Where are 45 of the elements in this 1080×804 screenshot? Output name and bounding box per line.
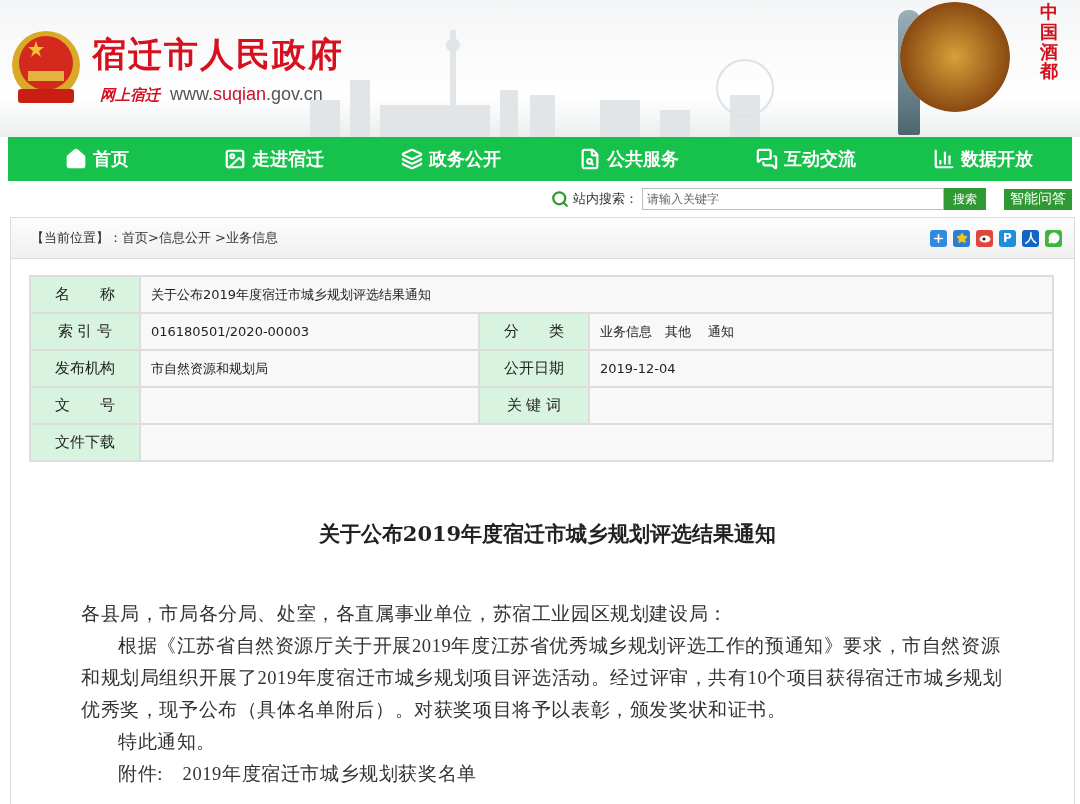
nav-link[interactable]: 走进宿迁 bbox=[185, 147, 363, 171]
calligraphy-text: 中国酒都 bbox=[1040, 2, 1058, 82]
label-cell: 文件下载 bbox=[31, 425, 139, 460]
nav-link[interactable]: 数据开放 bbox=[894, 147, 1072, 171]
site-title: 宿迁市人民政府 bbox=[92, 33, 344, 76]
article-paragraph: 特此通知。 bbox=[117, 731, 217, 754]
slogan: 网上宿迁 bbox=[100, 86, 160, 105]
share-button[interactable]: P bbox=[999, 229, 1016, 247]
star-icon[interactable] bbox=[953, 229, 970, 247]
eye-logo-icon[interactable] bbox=[976, 229, 993, 247]
home-icon bbox=[64, 148, 87, 170]
label-cell: 分 类 bbox=[480, 314, 588, 349]
qa-button[interactable]: 智能问答 bbox=[1004, 188, 1072, 210]
chat-bubbles-icon bbox=[756, 148, 778, 170]
article-title: 关于公布2019年度宿迁市城乡规划评选结果通知 bbox=[317, 520, 778, 548]
label-cell: 文 号 bbox=[31, 388, 139, 423]
value-cell: 2019-12-04 bbox=[590, 351, 1052, 386]
label-cell: 索 引 号 bbox=[31, 314, 139, 349]
plus-icon[interactable] bbox=[930, 229, 947, 247]
site-url: www.suqian.gov.cn bbox=[170, 84, 323, 105]
article-paragraph: 附件: 2019年度宿迁市城乡规划获奖名单 bbox=[117, 763, 478, 786]
nav-link[interactable]: 政务公开 bbox=[362, 147, 540, 171]
label-cell: 关 键 词 bbox=[480, 388, 588, 423]
value-cell: 关于公布2019年度宿迁市城乡规划评选结果通知 bbox=[141, 277, 1052, 312]
search-label: 站内搜索： bbox=[573, 190, 638, 208]
search-button[interactable]: 搜索 bbox=[944, 188, 986, 210]
share-button[interactable]: 人 bbox=[1022, 229, 1039, 247]
value-cell: 市自然资源和规划局 bbox=[141, 351, 478, 386]
picture-icon bbox=[224, 148, 246, 170]
nav-link[interactable]: 首页 bbox=[8, 147, 186, 171]
label-cell: 发布机构 bbox=[31, 351, 139, 386]
nav-link[interactable]: 互动交流 bbox=[717, 147, 895, 171]
chat-bubble-icon[interactable] bbox=[1045, 229, 1062, 247]
layers-icon bbox=[401, 148, 424, 170]
search-field[interactable]: 请输入关键字 bbox=[642, 188, 944, 210]
nav-link[interactable]: 公共服务 bbox=[540, 147, 718, 171]
bar-chart-icon bbox=[933, 148, 956, 170]
value-cell: 业务信息 其他 通知 bbox=[590, 314, 1052, 349]
article-paragraph: 根据《江苏省自然资源厅关于开展2019年度江苏省优秀城乡规划评选工作的预通知》要求，市自然资源和规划局组织开展了2019年度宿迁市城乡规划项目评选活动。经过评审，共有10个项目获得宿迁市城乡规划优秀奖，现予公布（具体名单附后）。对获奖项目将予以表彰，颁发奖状和证书。 bbox=[81, 635, 1004, 722]
breadcrumb: 【当前位置】：首页>信息公开 >业务信息 bbox=[31, 229, 278, 247]
label-cell: 公开日期 bbox=[480, 351, 588, 386]
label-cell: 名 称 bbox=[31, 277, 139, 312]
value-cell: 016180501/2020-00003 bbox=[141, 314, 478, 349]
article-paragraph: 各县局，市局各分局、处室，各直属事业单位，苏宿工业园区规划建设局： bbox=[81, 603, 729, 626]
search-icon bbox=[551, 190, 569, 208]
